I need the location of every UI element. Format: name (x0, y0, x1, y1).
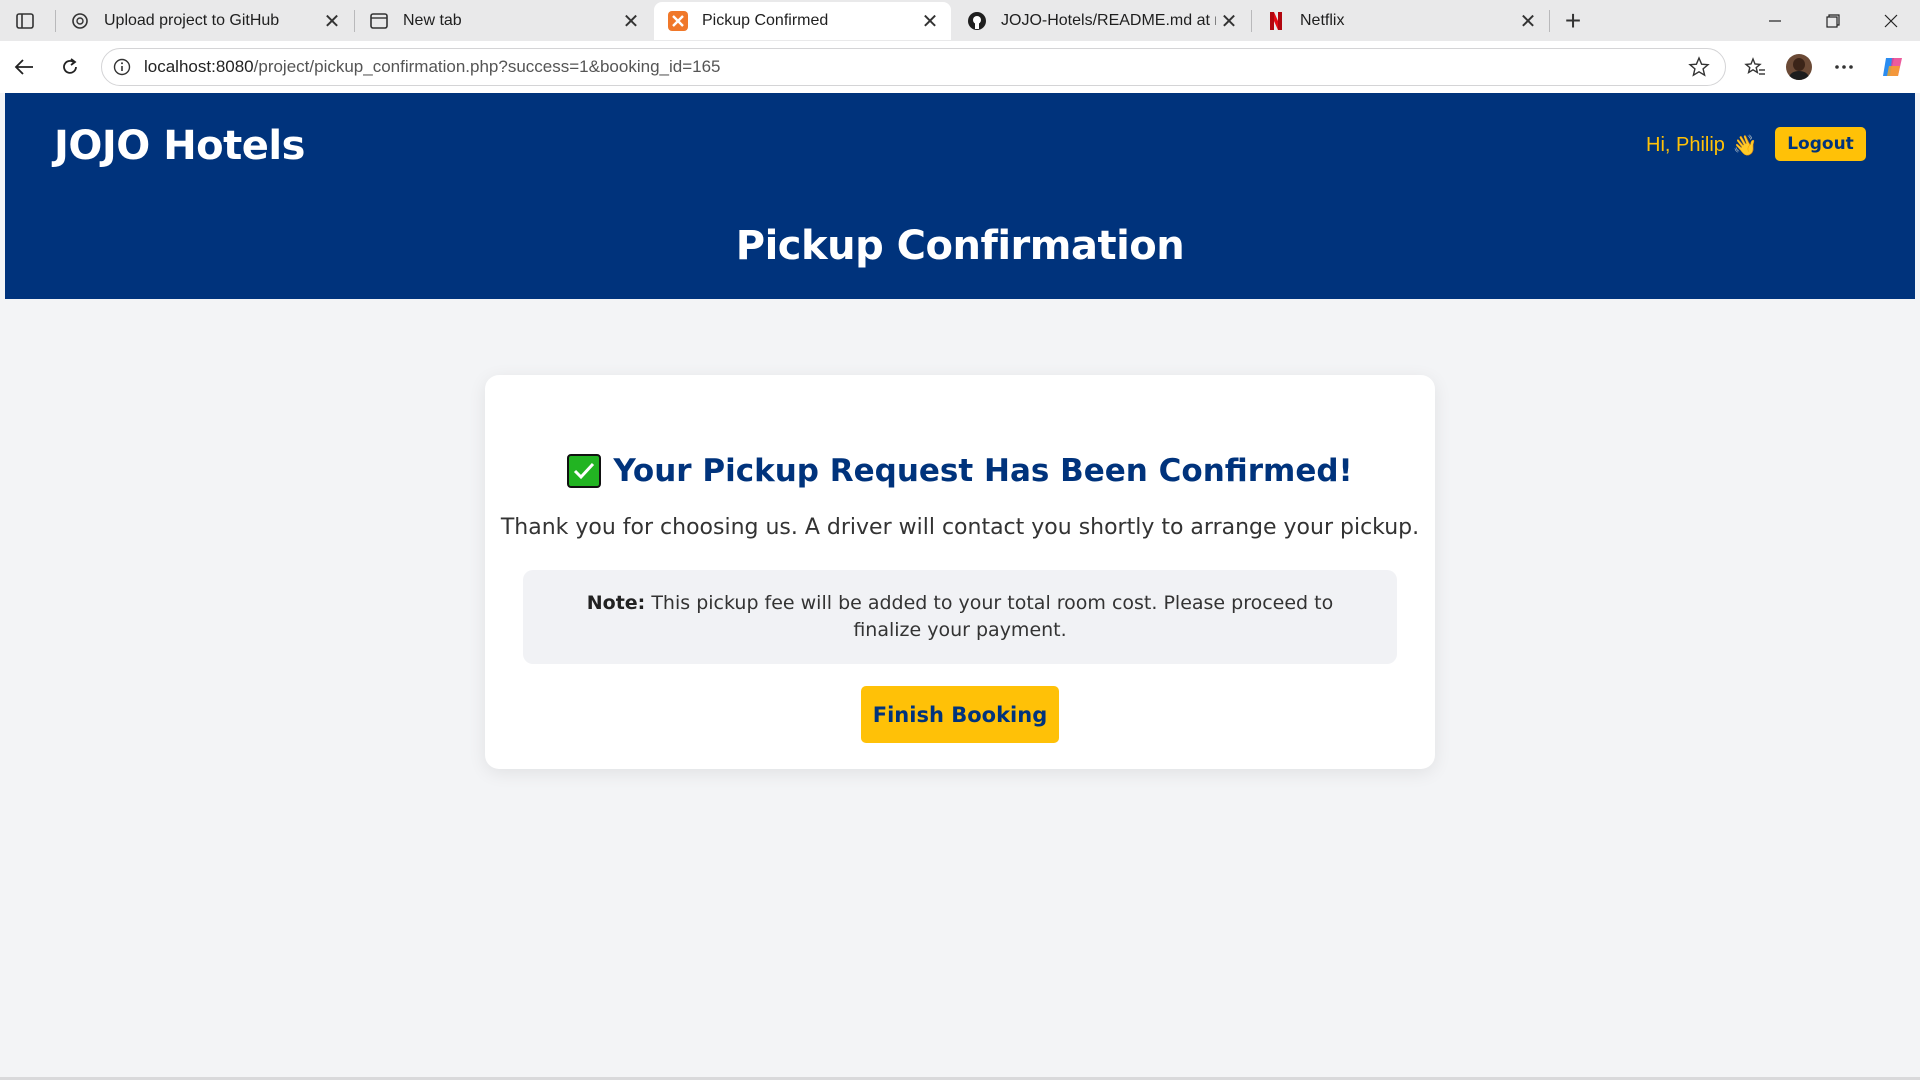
tab-new-tab[interactable]: New tab ✕ (355, 2, 652, 40)
tab-title: JOJO-Hotels/README.md at main (1001, 12, 1216, 29)
reload-icon[interactable] (53, 50, 87, 84)
tab-pickup-confirmed[interactable]: Pickup Confirmed ✕ (654, 2, 951, 40)
heading-text: Your Pickup Request Has Been Confirmed! (613, 453, 1353, 489)
profile-avatar[interactable] (1783, 51, 1815, 83)
xampp-icon (668, 11, 688, 31)
favorite-star-icon[interactable] (1685, 53, 1713, 81)
page-title: Pickup Confirmation (735, 223, 1185, 269)
site-info-icon[interactable] (112, 57, 132, 77)
github-icon (967, 11, 987, 31)
note-box: Note: This pickup fee will be added to y… (523, 570, 1397, 664)
tab-title: Upload project to GitHub (104, 12, 280, 29)
close-tab-icon[interactable]: ✕ (319, 8, 345, 34)
user-greeting: Hi, Philip 👋 (1646, 133, 1758, 158)
address-bar[interactable]: localhost:8080/project/pickup_confirmati… (101, 48, 1726, 86)
favorites-icon[interactable] (1739, 51, 1771, 83)
greeting-text: Hi, Philip (1646, 134, 1725, 156)
confirmation-card: Your Pickup Request Has Been Confirmed! … (485, 375, 1435, 769)
close-tab-icon[interactable]: ✕ (1515, 8, 1541, 34)
confirmation-heading: Your Pickup Request Has Been Confirmed! (485, 453, 1435, 489)
url-host: localhost:8080 (144, 57, 254, 76)
url-path: /project/pickup_confirmation.php?success… (253, 57, 721, 76)
back-arrow-icon[interactable] (7, 50, 41, 84)
url-text: localhost:8080/project/pickup_confirmati… (144, 57, 1685, 77)
tab-title: New tab (403, 12, 462, 29)
tab-title: Pickup Confirmed (702, 12, 829, 29)
sidebar-toggle-icon[interactable] (12, 8, 38, 34)
chatgpt-icon (70, 11, 90, 31)
tab-title: Netflix (1300, 12, 1345, 29)
site-header: JOJO Hotels Hi, Philip 👋 Logout Pickup C… (5, 93, 1915, 299)
newtab-icon (369, 11, 389, 31)
close-tab-icon[interactable]: ✕ (1216, 8, 1242, 34)
new-tab-button[interactable]: + (1558, 5, 1588, 36)
close-window-icon[interactable] (1866, 4, 1916, 38)
more-options-icon[interactable] (1828, 51, 1860, 83)
note-text: This pickup fee will be added to your to… (651, 592, 1334, 641)
finish-booking-button[interactable]: Finish Booking (861, 686, 1059, 743)
wave-hand-icon: 👋 (1732, 135, 1758, 157)
close-tab-icon[interactable]: ✕ (917, 8, 943, 34)
avatar (1786, 54, 1812, 80)
tab-upload-project[interactable]: Upload project to GitHub ✕ (56, 2, 353, 40)
browser-toolbar: localhost:8080/project/pickup_confirmati… (0, 41, 1920, 93)
logout-button[interactable]: Logout (1775, 127, 1866, 161)
brand-logo[interactable]: JOJO Hotels (54, 123, 305, 169)
page-content: JOJO Hotels Hi, Philip 👋 Logout Pickup C… (5, 93, 1915, 1080)
minimize-icon[interactable] (1750, 4, 1800, 38)
confirmation-message: Thank you for choosing us. A driver will… (500, 515, 1420, 540)
copilot-icon[interactable] (1877, 51, 1909, 83)
netflix-icon (1266, 11, 1286, 31)
close-tab-icon[interactable]: ✕ (618, 8, 644, 34)
tab-github-readme[interactable]: JOJO-Hotels/README.md at main ✕ (953, 2, 1250, 40)
tab-separator (1549, 10, 1550, 32)
check-mark-icon (567, 454, 602, 488)
browser-tab-bar: Upload project to GitHub ✕ New tab ✕ Pic… (0, 0, 1920, 41)
note-label: Note: (586, 592, 646, 614)
restore-icon[interactable] (1808, 4, 1858, 38)
tab-netflix[interactable]: Netflix ✕ (1252, 2, 1549, 40)
